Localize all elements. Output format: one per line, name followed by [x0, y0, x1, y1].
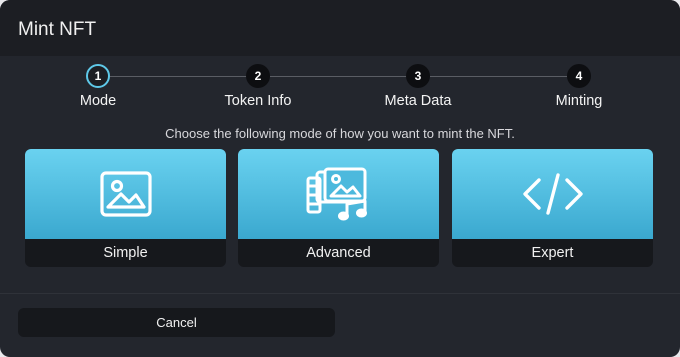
step-number-badge: 4 — [567, 64, 591, 88]
step-minting: 4 Minting — [519, 64, 639, 109]
step-number-badge: 3 — [406, 64, 430, 88]
card-art — [25, 149, 226, 239]
step-number-badge: 2 — [246, 64, 270, 88]
mode-card-simple[interactable]: Simple — [25, 149, 226, 267]
card-art — [238, 149, 439, 239]
mode-card-advanced[interactable]: Advanced — [238, 149, 439, 267]
image-icon — [99, 171, 152, 217]
code-icon — [522, 173, 583, 215]
mint-nft-modal: Mint NFT 1 Mode 2 Token Info 3 Meta Data… — [0, 0, 680, 357]
step-meta-data: 3 Meta Data — [358, 64, 478, 109]
step-token-info: 2 Token Info — [198, 64, 318, 109]
step-label: Minting — [555, 93, 603, 109]
mode-card-expert[interactable]: Expert — [452, 149, 653, 267]
step-label: Mode — [79, 93, 117, 109]
modal-title: Mint NFT — [18, 19, 97, 40]
step-mode: 1 Mode — [38, 64, 158, 109]
modal-header: Mint NFT — [0, 0, 680, 56]
footer-divider — [0, 293, 680, 294]
instruction-text: Choose the following mode of how you wan… — [165, 126, 515, 141]
card-label: Simple — [103, 245, 148, 261]
card-label: Advanced — [306, 245, 371, 261]
media-collection-icon — [306, 167, 367, 221]
card-label: Expert — [531, 245, 574, 261]
card-art — [452, 149, 653, 239]
step-label: Token Info — [224, 93, 292, 109]
cancel-button[interactable]: Cancel — [18, 308, 335, 337]
step-number-badge: 1 — [86, 64, 110, 88]
step-label: Meta Data — [384, 93, 452, 109]
